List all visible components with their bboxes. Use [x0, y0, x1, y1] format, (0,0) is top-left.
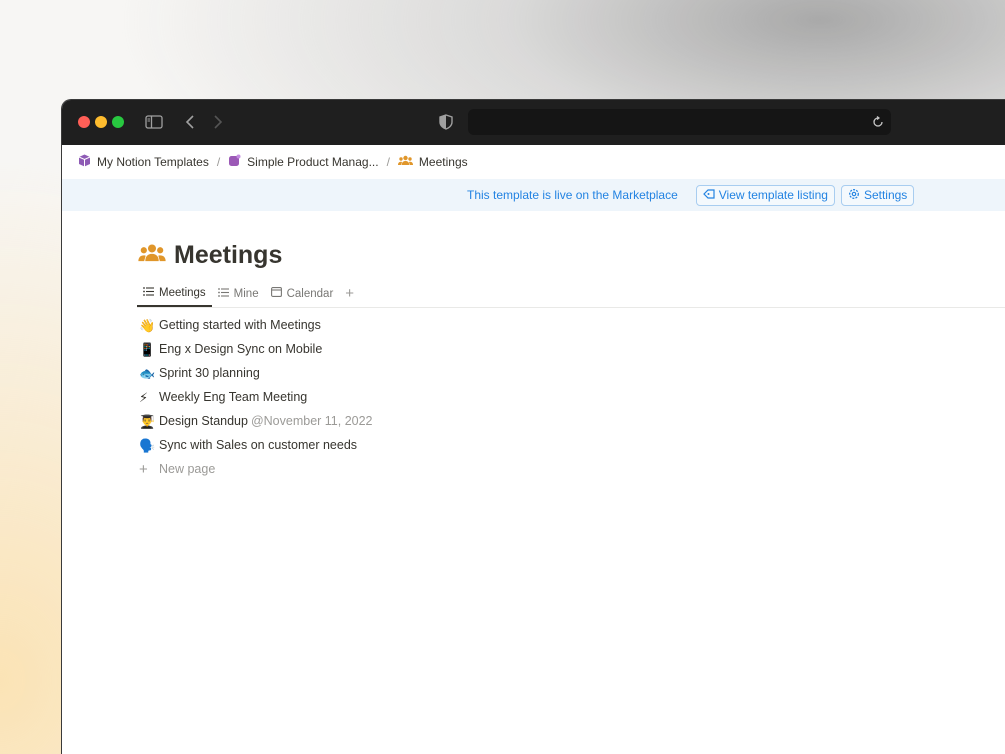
zoom-window-button[interactable] [112, 116, 124, 128]
breadcrumb-label: Meetings [418, 155, 468, 169]
new-page-button[interactable]: + New page [139, 457, 373, 481]
plus-icon: + [139, 460, 148, 478]
tabs-divider [137, 307, 1005, 308]
tab-calendar[interactable]: Calendar [265, 280, 340, 307]
settings-button[interactable]: Settings [840, 184, 915, 206]
calendar-icon [270, 287, 282, 300]
add-view-button[interactable]: + [339, 285, 360, 302]
list-icon [217, 287, 229, 300]
breadcrumb-separator: / [386, 155, 390, 169]
minimize-window-button[interactable] [95, 116, 107, 128]
view-template-listing-label: View template listing [718, 188, 828, 202]
list-icon [143, 286, 154, 299]
browser-window: My Notion Templates / Simple Product Man… [61, 99, 1005, 754]
gear-icon [848, 188, 860, 203]
tab-mine[interactable]: Mine [212, 280, 265, 307]
meetings-list: 👋 Getting started with Meetings 📱 Eng x … [139, 313, 373, 481]
item-title: Design Standup [159, 414, 248, 428]
breadcrumb-item-meetings[interactable]: Meetings [397, 155, 468, 169]
tab-meetings[interactable]: Meetings [137, 280, 212, 307]
list-item[interactable]: 👨‍🎓 Design Standup @November 11, 2022 [139, 409, 373, 433]
item-title: Sprint 30 planning [159, 366, 260, 380]
breadcrumb-item-product-manager[interactable]: Simple Product Manag... [228, 154, 379, 170]
breadcrumb-separator: / [216, 155, 221, 169]
lightning-icon: ⚡ [139, 389, 149, 405]
fish-icon: 🐟 [139, 365, 156, 381]
view-tabs: Meetings Mine Calendar + [137, 280, 360, 307]
marketplace-banner-text: This template is live on the Marketplace [467, 188, 678, 202]
notion-cube-icon [78, 154, 91, 170]
tab-label: Meetings [159, 286, 206, 299]
item-title: Eng x Design Sync on Mobile [159, 342, 323, 356]
list-item[interactable]: 📱 Eng x Design Sync on Mobile [139, 337, 373, 361]
view-template-listing-button[interactable]: View template listing [695, 184, 835, 206]
waving-hand-icon: 👋 [139, 317, 156, 333]
list-item[interactable]: 👋 Getting started with Meetings [139, 313, 373, 337]
tag-icon [702, 188, 715, 203]
settings-label: Settings [863, 188, 908, 202]
marketplace-banner: This template is live on the Marketplace… [62, 179, 1005, 211]
page-title[interactable]: Meetings [174, 241, 282, 270]
breadcrumb-label: Simple Product Manag... [247, 155, 379, 169]
breadcrumb-label: My Notion Templates [97, 155, 209, 169]
people-icon[interactable] [138, 243, 166, 268]
item-title: Sync with Sales on customer needs [159, 438, 358, 452]
tab-label: Mine [233, 287, 259, 300]
purple-app-icon [228, 154, 241, 170]
item-date: @November 11, 2022 [250, 414, 373, 428]
sidebar-toggle-icon[interactable] [144, 112, 164, 132]
people-icon [397, 155, 413, 169]
breadcrumb-item-workspace[interactable]: My Notion Templates [78, 154, 209, 170]
page-header: Meetings [138, 241, 282, 270]
tab-label: Calendar [286, 287, 334, 300]
back-icon[interactable] [180, 112, 200, 132]
forward-icon[interactable] [208, 112, 228, 132]
reload-icon[interactable] [869, 113, 887, 131]
close-window-button[interactable] [78, 116, 90, 128]
list-item[interactable]: 🗣️ Sync with Sales on customer needs [139, 433, 373, 457]
speaking-head-icon: 🗣️ [139, 437, 156, 453]
list-item[interactable]: ⚡ Weekly Eng Team Meeting [139, 385, 373, 409]
student-icon: 👨‍🎓 [139, 413, 156, 429]
privacy-shield-icon[interactable] [436, 112, 456, 132]
item-title: Weekly Eng Team Meeting [159, 390, 308, 404]
new-page-label: New page [159, 462, 216, 476]
address-bar[interactable] [468, 109, 891, 135]
breadcrumb: My Notion Templates / Simple Product Man… [62, 145, 1005, 179]
list-item[interactable]: 🐟 Sprint 30 planning [139, 361, 373, 385]
browser-titlebar [62, 100, 1005, 145]
mobile-phone-icon: 📱 [139, 341, 156, 357]
item-title: Getting started with Meetings [159, 318, 321, 332]
